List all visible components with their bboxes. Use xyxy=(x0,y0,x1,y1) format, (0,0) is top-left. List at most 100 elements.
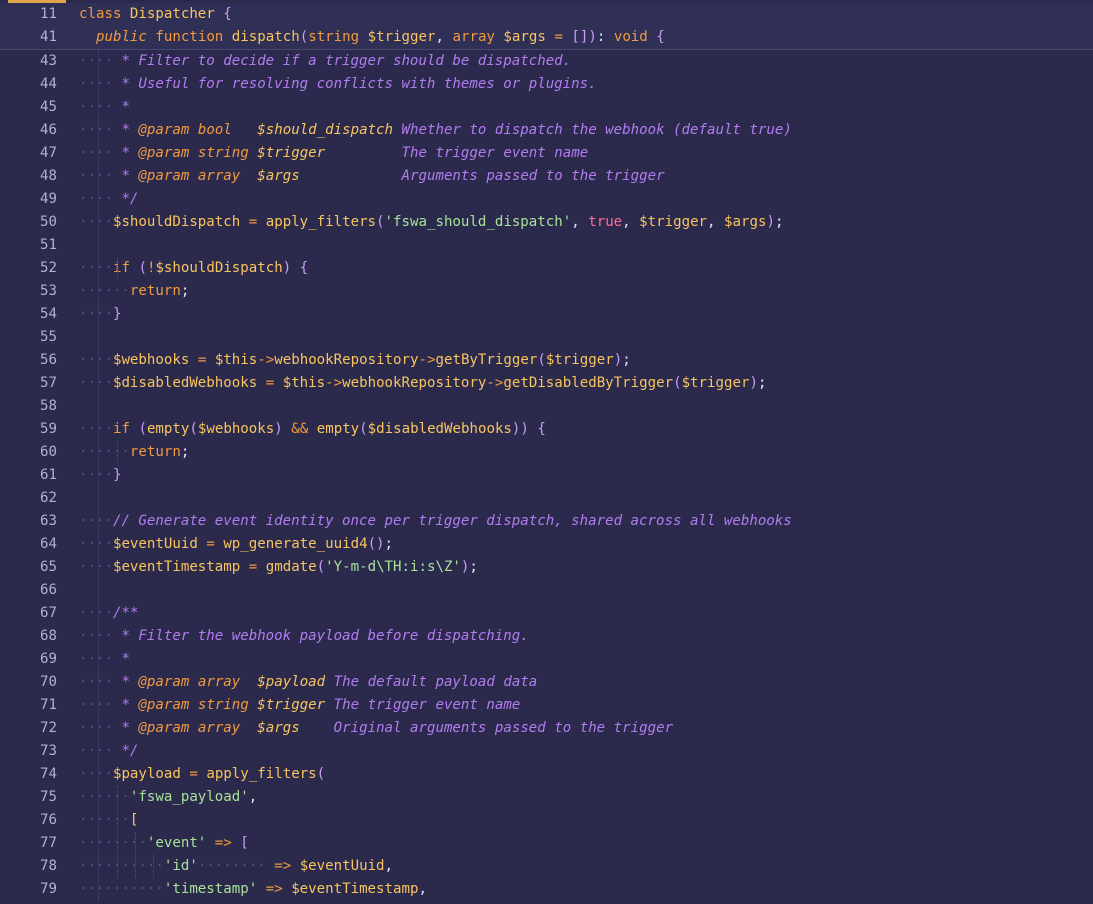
code-token: string xyxy=(308,29,360,45)
code-line[interactable]: 74 ····$payload = apply_filters( xyxy=(0,763,1093,786)
code-token: apply_filters xyxy=(265,214,377,230)
code-line[interactable]: 78 ··········'id'········ => $eventUuid, xyxy=(0,855,1093,878)
code-token: $eventTimestamp xyxy=(291,881,419,897)
code-token: $args xyxy=(257,720,300,736)
sticky-line[interactable]: 41 public function dispatch(string $trig… xyxy=(0,26,1093,50)
code-text: ···· * @param bool $should_dispatch Whet… xyxy=(79,119,792,142)
code-editor[interactable]: 11 class Dispatcher {41 public function d… xyxy=(0,0,1093,904)
code-line[interactable]: 49 ···· */ xyxy=(0,188,1093,211)
code-line[interactable]: 44 ···· * Useful for resolving conflicts … xyxy=(0,73,1093,96)
code-line[interactable]: 55 xyxy=(0,326,1093,349)
code-line[interactable]: 54 ····} xyxy=(0,303,1093,326)
code-token: true xyxy=(588,214,623,230)
code-line[interactable]: 76 ······[ xyxy=(0,809,1093,832)
code-token: apply_filters xyxy=(206,766,317,782)
code-token: ( xyxy=(316,766,326,782)
code-line[interactable]: 73 ···· */ xyxy=(0,740,1093,763)
code-token: $eventUuid xyxy=(112,536,198,552)
code-text: ···· * xyxy=(79,648,130,671)
code-line[interactable]: 52 ····if (!$shouldDispatch) { xyxy=(0,257,1093,280)
code-token: ···· xyxy=(79,720,113,736)
line-number: 44 xyxy=(40,76,57,92)
code-line[interactable]: 51 xyxy=(0,234,1093,257)
line-number: 49 xyxy=(40,191,57,207)
code-line[interactable]: 46 ···· * @param bool $should_dispatch Wh… xyxy=(0,119,1093,142)
code-line[interactable]: 57 ····$disabledWebhooks = $this->webhook… xyxy=(0,372,1093,395)
code-text: ···· * @param string $trigger The trigge… xyxy=(79,694,520,717)
line-number: 60 xyxy=(40,444,57,460)
code-token: ···· xyxy=(79,766,113,782)
code-line[interactable]: 68 ···· * Filter the webhook payload befo… xyxy=(0,625,1093,648)
code-line[interactable]: 50 ····$shouldDispatch = apply_filters('f… xyxy=(0,211,1093,234)
code-token: -> xyxy=(257,352,275,368)
code-token: function xyxy=(155,29,224,45)
code-text: ········'event' => [ xyxy=(79,832,249,855)
code-token: ; xyxy=(757,375,767,391)
code-token: $this xyxy=(214,352,258,368)
code-line[interactable]: 43 ···· * Filter to decide if a trigger s… xyxy=(0,50,1093,73)
code-line[interactable]: 48 ···· * @param array $args Arguments pa… xyxy=(0,165,1093,188)
code-token: ( xyxy=(376,214,385,230)
code-line[interactable]: 75 ······'fswa_payload', xyxy=(0,786,1093,809)
code-token: webhookRepository xyxy=(342,375,487,391)
code-text: ···· * Filter the webhook payload before… xyxy=(79,625,529,648)
code-token: => xyxy=(265,881,283,897)
code-token: $trigger xyxy=(257,145,326,161)
code-line[interactable]: 71 ···· * @param string $trigger The trig… xyxy=(0,694,1093,717)
line-number: 53 xyxy=(40,283,57,299)
code-line[interactable]: 65 ····$eventTimestamp = gmdate('Y-m-d\TH… xyxy=(0,556,1093,579)
code-text: ····$eventUuid = wp_generate_uuid4(); xyxy=(79,533,393,556)
sticky-line[interactable]: 11 class Dispatcher { xyxy=(0,3,1093,26)
code-line[interactable]: 79 ··········'timestamp' => $eventTimesta… xyxy=(0,878,1093,901)
code-line[interactable]: 53 ······return; xyxy=(0,280,1093,303)
line-number: 58 xyxy=(40,398,57,414)
line-number: 43 xyxy=(40,53,57,69)
code-token: @param xyxy=(138,145,190,161)
code-token: = xyxy=(248,214,258,230)
code-line[interactable]: 72 ···· * @param array $args Original arg… xyxy=(0,717,1093,740)
code-text: class Dispatcher { xyxy=(79,3,232,26)
code-line[interactable]: 60 ······return; xyxy=(0,441,1093,464)
code-line[interactable]: 77 ········'event' => [ xyxy=(0,832,1093,855)
code-line[interactable]: 61 ····} xyxy=(0,464,1093,487)
indent-guide xyxy=(117,257,119,280)
line-number: 69 xyxy=(40,651,57,667)
code-line[interactable]: 47 ···· * @param string $trigger The trig… xyxy=(0,142,1093,165)
code-token: 'timestamp' xyxy=(163,881,258,897)
code-text: ····$shouldDispatch = apply_filters('fsw… xyxy=(79,211,783,234)
code-line[interactable]: 69 ···· * xyxy=(0,648,1093,671)
code-line[interactable]: 62 xyxy=(0,487,1093,510)
code-line[interactable]: 63 ····// Generate event identity once pe… xyxy=(0,510,1093,533)
code-line[interactable]: 58 xyxy=(0,395,1093,418)
line-number: 79 xyxy=(40,881,57,897)
code-text: ···· * xyxy=(79,96,130,119)
code-token: => xyxy=(274,858,292,874)
code-token: ; xyxy=(469,559,478,575)
code-token: ; xyxy=(384,536,394,552)
code-line[interactable]: 64 ····$eventUuid = wp_generate_uuid4(); xyxy=(0,533,1093,556)
code-token: [] xyxy=(571,29,589,45)
code-token: ( xyxy=(537,352,546,368)
code-token: { xyxy=(299,260,309,276)
code-token: { xyxy=(537,421,546,437)
code-text: ····/** xyxy=(79,602,138,625)
code-token: class xyxy=(79,6,130,22)
code-line[interactable]: 66 xyxy=(0,579,1093,602)
code-line[interactable]: 70 ···· * @param array $payload The defau… xyxy=(0,671,1093,694)
code-line[interactable]: 56 ····$webhooks = $this->webhookReposito… xyxy=(0,349,1093,372)
code-token: ; xyxy=(180,444,190,460)
code-token: ) xyxy=(749,375,758,391)
line-number: 54 xyxy=(40,306,57,322)
code-token: * xyxy=(112,122,139,138)
code-line[interactable]: 45 ···· * xyxy=(0,96,1093,119)
code-token: = xyxy=(206,536,215,552)
line-number: 76 xyxy=(40,812,57,828)
code-line[interactable]: 59 ····if (empty($webhooks) && empty($dis… xyxy=(0,418,1093,441)
line-number: 57 xyxy=(40,375,57,391)
code-token: $args xyxy=(503,29,546,45)
code-line[interactable]: 67 ····/** xyxy=(0,602,1093,625)
